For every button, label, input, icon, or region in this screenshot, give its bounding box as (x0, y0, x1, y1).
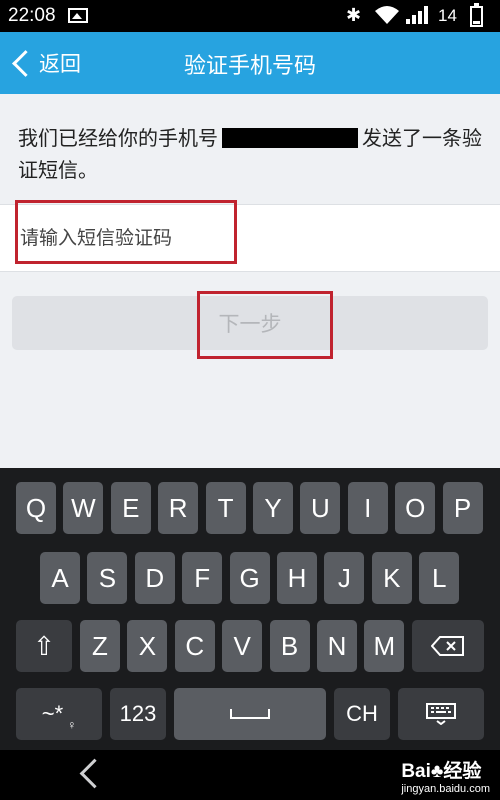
navigation-bar: Bai♣经验 jingyan.baidu.com (0, 750, 500, 800)
key-g[interactable]: G (229, 552, 270, 604)
key-j[interactable]: J (324, 552, 365, 604)
key-l[interactable]: L (419, 552, 460, 604)
key-c[interactable]: C (174, 620, 215, 672)
key-q[interactable]: Q (16, 482, 56, 534)
backspace-key[interactable] (412, 620, 484, 672)
symbols-key[interactable]: ~* ♀ (16, 688, 102, 740)
status-time: 22:08 (8, 5, 56, 26)
key-b[interactable]: B (269, 620, 310, 672)
main-content: 我们已经给你的手机号发送了一条验证短信。 下一步 (0, 94, 500, 468)
key-z[interactable]: Z (80, 620, 120, 672)
watermark: Bai♣经验 jingyan.baidu.com (401, 756, 490, 795)
key-w[interactable]: W (63, 482, 104, 534)
key-r[interactable]: R (158, 482, 199, 534)
key-d[interactable]: D (134, 552, 175, 604)
status-bar: 22:08 ✱ 14 (0, 0, 500, 32)
image-icon (68, 8, 88, 23)
page-title: 验证手机号码 (183, 54, 316, 79)
key-a[interactable]: A (40, 552, 80, 604)
watermark-brand: Bai♣经验 (401, 761, 482, 782)
keyboard-hide-key[interactable] (398, 688, 484, 740)
key-f[interactable]: F (182, 552, 223, 604)
key-t[interactable]: T (205, 482, 246, 534)
key-v[interactable]: V (222, 620, 263, 672)
key-p[interactable]: P (442, 482, 483, 534)
battery-level: 14 (438, 6, 457, 25)
numbers-key[interactable]: 123 (110, 688, 166, 740)
next-step-button[interactable]: 下一步 (12, 296, 488, 350)
sms-notice: 我们已经给你的手机号 发送了一条验证短信。 (18, 122, 488, 186)
key-x[interactable]: X (127, 620, 168, 672)
key-k[interactable]: K (371, 552, 412, 604)
sms-code-input[interactable] (20, 219, 440, 257)
symbols-label: ~* (41, 701, 64, 726)
bluetooth-icon: ✱ (346, 5, 362, 26)
wifi-icon (375, 6, 399, 24)
key-i[interactable]: I (347, 482, 388, 534)
key-n[interactable]: N (317, 620, 357, 672)
space-icon (230, 709, 270, 719)
masked-phone-number (222, 128, 358, 148)
key-u[interactable]: U (300, 482, 341, 534)
key-e[interactable]: E (110, 482, 151, 534)
key-h[interactable]: H (277, 552, 317, 604)
key-o[interactable]: O (395, 482, 436, 534)
code-input-row (0, 204, 500, 272)
language-key[interactable]: CH (334, 688, 390, 740)
nav-back-icon[interactable] (79, 758, 110, 789)
space-key[interactable] (174, 688, 326, 740)
battery-icon (470, 3, 483, 27)
key-m[interactable]: M (364, 620, 405, 672)
shift-key[interactable]: ⇧ (16, 620, 72, 672)
watermark-site: jingyan.baidu.com (401, 783, 490, 795)
soft-keyboard: Q W E R T Y U I O P A S D F G H J K L ⇧ Z X C V B N M ~* ♀ 123 CH (0, 468, 500, 750)
keyboard-icon (426, 703, 456, 725)
key-s[interactable]: S (87, 552, 128, 604)
key-y[interactable]: Y (253, 482, 293, 534)
header-bar: 返回 验证手机号码 (0, 32, 500, 94)
backspace-icon (431, 636, 464, 656)
signal-icon (406, 6, 428, 24)
mic-hint-icon: ♀ (67, 718, 77, 732)
notice-text-1: 我们已经给你的手机号 (18, 126, 218, 150)
